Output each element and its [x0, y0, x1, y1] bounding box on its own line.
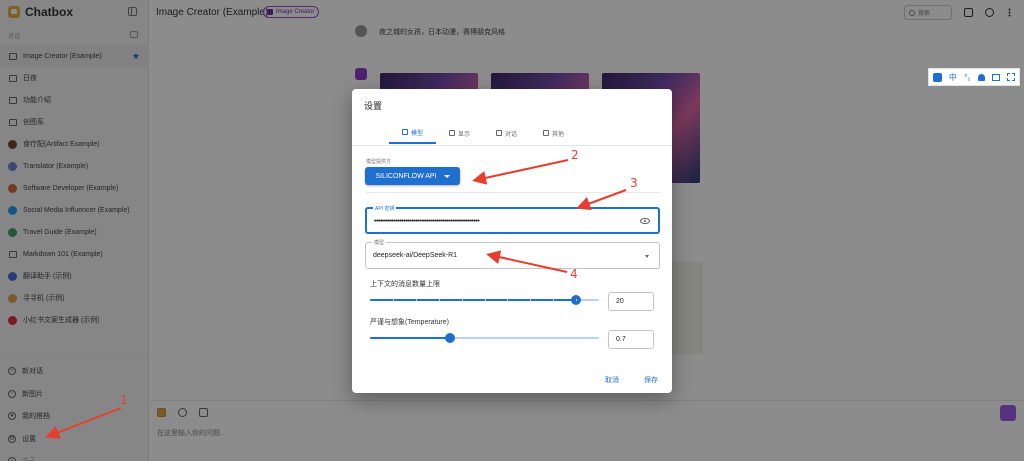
model-label: 模型	[372, 239, 387, 246]
extension-logo-icon[interactable]	[932, 72, 942, 82]
extension-keyboard-icon[interactable]	[992, 73, 1001, 81]
slider-tick	[484, 299, 486, 301]
dialog-title: 设置	[364, 101, 383, 111]
provider-label: 模型提供方	[366, 159, 392, 165]
slider-tick	[415, 299, 417, 301]
slider-thumb[interactable]	[445, 333, 456, 343]
slider-tick	[392, 299, 394, 301]
settings-tab-label: 显示	[457, 131, 470, 138]
cancel-button[interactable]: 取消	[605, 375, 619, 385]
chevron-down-icon	[645, 255, 649, 258]
section-divider	[366, 192, 660, 193]
annotation-number-2: 2	[571, 148, 579, 162]
extension-user-icon[interactable]	[977, 73, 985, 81]
context-limit-input[interactable]: 20	[608, 292, 654, 311]
annotation-number-4: 4	[570, 267, 578, 281]
provider-select-button[interactable]: SILICONFLOW API	[365, 167, 460, 185]
api-key-label: API 密钥	[373, 205, 397, 212]
display-icon	[448, 130, 455, 136]
temperature-label: 严谨与想象(Temperature)	[370, 319, 449, 326]
slider-tick	[461, 299, 463, 301]
model-select[interactable]: 模型 deepseek-ai/DeepSeek-R1	[365, 239, 660, 269]
slider-fill	[370, 337, 451, 339]
temperature-input[interactable]: 0.7	[608, 330, 654, 349]
provider-value: SILICONFLOW API	[375, 172, 437, 180]
temperature-slider[interactable]	[370, 331, 599, 345]
chat-icon	[495, 130, 502, 136]
extension-grid-icon[interactable]	[1007, 73, 1016, 81]
slider-tick	[553, 299, 555, 301]
context-limit-slider[interactable]	[370, 293, 599, 307]
gear-icon	[542, 130, 549, 136]
extension-punctuation-button[interactable]: °₂	[964, 73, 970, 82]
api-key-value[interactable]: ••••••••••••••••••••••••••••••••••••••••…	[374, 218, 480, 225]
settings-tab-label: 模型	[410, 130, 423, 137]
slider-fill	[370, 299, 577, 301]
eye-icon[interactable]	[640, 218, 650, 224]
tab-divider	[352, 145, 672, 146]
context-limit-label: 上下文的消息数量上限	[370, 281, 440, 288]
settings-tab[interactable]: 其他	[530, 122, 577, 144]
annotation-number-3: 3	[630, 176, 638, 190]
settings-tab-label: 其他	[551, 131, 564, 138]
chevron-down-icon	[443, 174, 450, 178]
settings-dialog: 设置 模型 显示 对话 其他 模型提供方 SILICONFLOW API API 密钥…	[352, 89, 672, 393]
slider-tick	[438, 299, 440, 301]
model-value: deepseek-ai/DeepSeek-R1	[373, 252, 458, 259]
api-key-field[interactable]: API 密钥 •••••••••••••••••••••••••••••••••…	[365, 205, 660, 234]
settings-tab[interactable]: 显示	[436, 122, 483, 144]
settings-tab-label: 对话	[504, 131, 517, 138]
settings-tab[interactable]: 模型	[389, 122, 436, 144]
annotation-number-1: 1	[120, 393, 128, 407]
extension-language-button[interactable]: 中	[949, 72, 957, 83]
extension-toolbar: 中 °₂	[928, 68, 1020, 86]
slider-tick	[507, 299, 509, 301]
slider-tick	[576, 299, 578, 301]
settings-tab[interactable]: 对话	[483, 122, 530, 144]
model-icon	[401, 129, 408, 135]
slider-tick	[530, 299, 532, 301]
settings-tabs: 模型 显示 对话 其他	[389, 122, 577, 144]
save-button[interactable]: 保存	[644, 375, 658, 385]
